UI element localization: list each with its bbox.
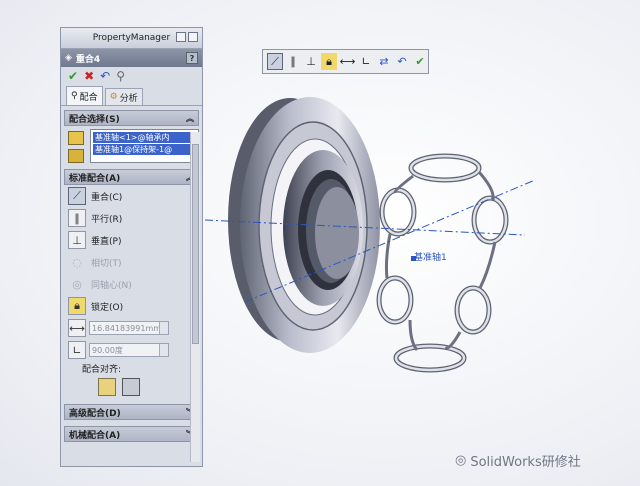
mate-selections-group: 配合选择(S) ︽ 基准轴<1>@轴承内 基准轴1@保持架-1@: [64, 110, 199, 163]
panel-options-icon[interactable]: [176, 32, 186, 42]
angle-icon[interactable]: ∟: [358, 53, 374, 70]
mate-label: 重合(C): [91, 192, 123, 203]
parallel-icon[interactable]: ∥: [285, 53, 301, 70]
tab-mates-label: 配合: [79, 92, 98, 103]
perpendicular-icon[interactable]: ⊥: [303, 53, 319, 70]
feature-name: 重合4: [75, 54, 101, 65]
coincident-icon[interactable]: ⟋: [267, 53, 283, 70]
tab-mates[interactable]: ⚲ 配合: [66, 86, 103, 105]
distance-icon[interactable]: ⟷: [339, 53, 356, 70]
mate-concentric: ◎ 同轴心(N): [64, 273, 199, 295]
mate-popup-toolbar: ⟋ ∥ ⊥ 🔒︎ ⟷ ∟ ⇄ ↶ ✔: [262, 49, 429, 74]
parallel-icon: ∥: [68, 209, 86, 227]
angle-row: ∟ 90.00度: [64, 339, 199, 361]
tab-analysis[interactable]: ⚙ 分析: [104, 88, 143, 105]
axis-label: 基准轴1: [414, 253, 447, 263]
keep-visible-button[interactable]: ⚲: [116, 69, 125, 83]
advanced-mates-header[interactable]: 高级配合(D) ︾: [64, 404, 199, 420]
cancel-button[interactable]: ✖: [84, 69, 94, 83]
mechanical-mates-title: 机械配合(A): [69, 430, 121, 441]
angle-field[interactable]: 90.00度: [89, 343, 169, 357]
flip-alignment-icon[interactable]: ⇄: [376, 53, 392, 70]
watermark: ◎ SolidWorks研修社: [455, 451, 581, 470]
panel-tabs: ⚲ 配合 ⚙ 分析: [61, 85, 202, 106]
angle-value: 90.00度: [92, 346, 123, 355]
mate-label: 同轴心(N): [91, 280, 132, 291]
mate-selections-title: 配合选择(S): [69, 114, 120, 125]
lock-icon[interactable]: 🔒︎: [321, 53, 337, 70]
concentric-icon: ◎: [72, 277, 82, 291]
bearing-model[interactable]: [205, 80, 640, 486]
ok-button[interactable]: ✔: [68, 69, 78, 83]
mate-selection-list[interactable]: 基准轴<1>@轴承内 基准轴1@保持架-1@: [90, 129, 199, 163]
distance-value: 16.84183991mm: [92, 324, 162, 333]
paperclip-icon: ⚲: [71, 91, 78, 101]
mate-label: 垂直(P): [91, 236, 122, 247]
mate-coincident[interactable]: ⟋ 重合(C): [64, 185, 199, 207]
distance-icon: ⟷: [68, 319, 86, 337]
mechanical-mates-header[interactable]: 机械配合(A) ︾: [64, 426, 199, 442]
mate-label: 相切(T): [91, 258, 122, 269]
ok-icon[interactable]: ✔: [412, 53, 428, 70]
mate-label: 锁定(O): [91, 302, 124, 313]
standard-mates-title: 标准配合(A): [69, 173, 121, 184]
distance-field[interactable]: 16.84183991mm: [89, 321, 169, 335]
mate-entities-icon: [68, 131, 84, 145]
tab-analysis-label: 分析: [119, 93, 138, 104]
mate-tangent: ◌ 相切(T): [64, 251, 199, 273]
panel-title: PropertyManager: [92, 33, 171, 43]
property-manager-panel: PropertyManager ◈ 重合4 ? ✔ ✖ ↶ ⚲ ⚲ 配合 ⚙ 分…: [60, 27, 203, 467]
mate-selections-header[interactable]: 配合选择(S) ︽: [64, 110, 199, 126]
distance-row: ⟷ 16.84183991mm: [64, 317, 199, 339]
undo-icon[interactable]: ↶: [394, 53, 410, 70]
distance-spinner[interactable]: [159, 322, 168, 334]
undo-button[interactable]: ↶: [100, 69, 110, 83]
watermark-text: SolidWorks研修社: [470, 455, 581, 470]
anti-aligned-button[interactable]: [122, 378, 140, 396]
graphics-viewport[interactable]: [205, 80, 640, 486]
scrollbar-thumb[interactable]: [192, 144, 199, 344]
feature-header: ◈ 重合4 ?: [61, 49, 202, 67]
advanced-mates-title: 高级配合(D): [69, 408, 121, 419]
panel-scrollbar[interactable]: [190, 132, 200, 462]
perpendicular-icon: ⊥: [68, 231, 86, 249]
mate-label: 平行(R): [91, 214, 123, 225]
mate-perpendicular[interactable]: ⊥ 垂直(P): [64, 229, 199, 251]
mate-alignment-buttons: [64, 378, 199, 396]
selection-item[interactable]: 基准轴<1>@轴承内: [93, 132, 196, 143]
mate-feature-icon: ◈: [65, 53, 72, 63]
advanced-mates-group: 高级配合(D) ︾: [64, 404, 199, 420]
tangent-icon: ◌: [72, 255, 82, 269]
standard-mates-group: 标准配合(A) ︽ ⟋ 重合(C) ∥ 平行(R) ⊥ 垂直(P) ◌ 相切(T…: [64, 169, 199, 396]
panel-title-bar: PropertyManager: [61, 28, 202, 49]
mate-lock[interactable]: 🔒︎ 锁定(O): [64, 295, 199, 317]
help-button[interactable]: ?: [186, 52, 198, 64]
angle-spinner[interactable]: [159, 344, 168, 356]
action-buttons: ✔ ✖ ↶ ⚲: [61, 67, 202, 85]
select-entities-icon: [68, 149, 84, 163]
mechanical-mates-group: 机械配合(A) ︾: [64, 426, 199, 442]
mate-alignment-label: 配合对齐:: [82, 365, 122, 375]
wechat-icon: ◎: [455, 453, 467, 468]
selection-item[interactable]: 基准轴1@保持架-1@: [93, 144, 196, 155]
standard-mates-header[interactable]: 标准配合(A) ︽: [64, 169, 199, 185]
coincident-icon: ⟋: [68, 187, 86, 205]
collapse-icon: ︽: [186, 113, 194, 123]
angle-icon: ∟: [68, 341, 86, 359]
pin-icon[interactable]: [188, 32, 198, 42]
aligned-button[interactable]: [98, 378, 116, 396]
analysis-icon: ⚙: [109, 92, 118, 102]
lock-icon: 🔒︎: [68, 297, 86, 315]
mate-parallel[interactable]: ∥ 平行(R): [64, 207, 199, 229]
